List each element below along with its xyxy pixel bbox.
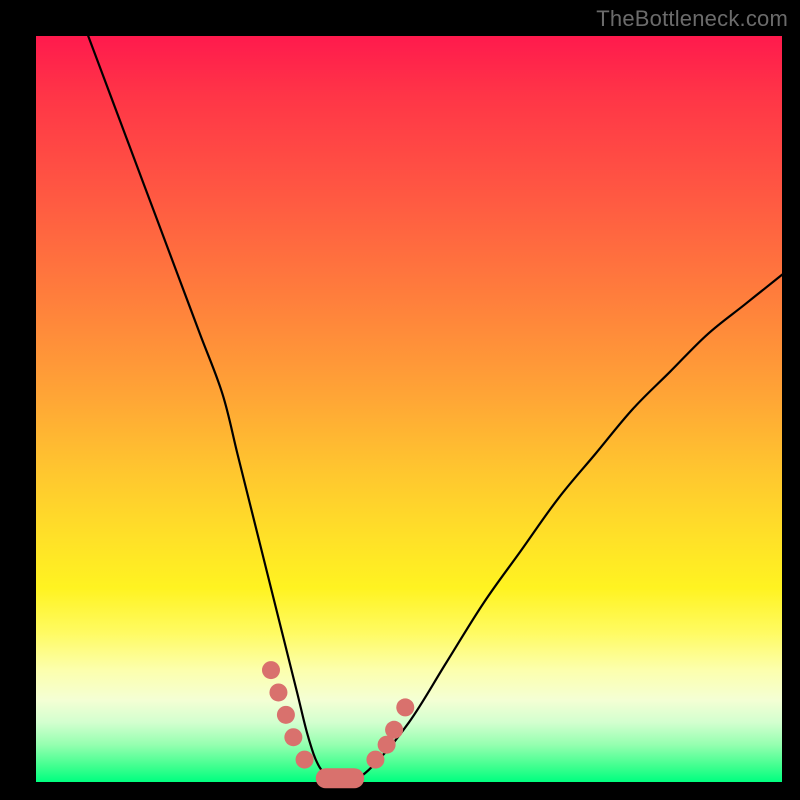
marker-dot xyxy=(277,706,295,724)
markers-group xyxy=(262,661,414,788)
marker-dot xyxy=(269,683,287,701)
chart-svg xyxy=(36,36,782,782)
marker-dot xyxy=(366,751,384,769)
marker-dot xyxy=(396,698,414,716)
plot-area xyxy=(36,36,782,782)
chart-stage: TheBottleneck.com xyxy=(0,0,800,800)
marker-dot xyxy=(262,661,280,679)
marker-dot xyxy=(296,751,314,769)
bottleneck-curve xyxy=(88,36,782,784)
marker-pill xyxy=(316,768,364,788)
marker-dot xyxy=(284,728,302,746)
marker-dot xyxy=(385,721,403,739)
watermark-text: TheBottleneck.com xyxy=(596,6,788,32)
